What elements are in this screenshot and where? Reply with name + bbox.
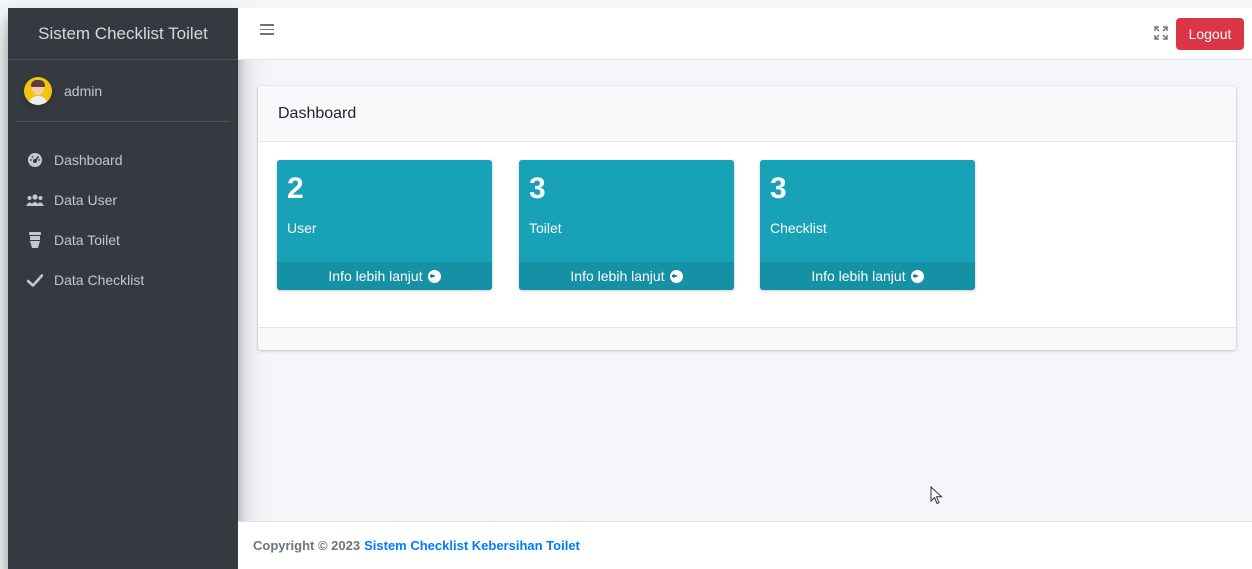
info-box-more-link[interactable]: Info lebih lanjut <box>277 262 492 290</box>
arrow-circle-right-icon <box>427 269 441 283</box>
users-icon <box>26 192 44 208</box>
copyright-text: Copyright © 2023 <box>253 538 361 553</box>
arrow-circle-right-icon <box>910 269 924 283</box>
card-title: Dashboard <box>258 86 1236 142</box>
info-box-count: 3 <box>770 172 787 205</box>
sidebar-item-label: Data User <box>54 192 118 208</box>
info-box-count: 3 <box>529 172 546 205</box>
avatar[interactable] <box>24 76 52 105</box>
sidebar-item-dashboard[interactable]: Dashboard <box>8 140 238 180</box>
dashboard-card: Dashboard 2 User Info lebih lanjut 3 Toi… <box>258 86 1236 350</box>
footer-app-link[interactable]: Sistem Checklist Kebersihan Toilet <box>364 538 580 553</box>
sidebar: Sistem Checklist Toilet admin Dashboard … <box>8 8 238 569</box>
info-box-label: Toilet <box>529 220 562 236</box>
info-box-user: 2 User Info lebih lanjut <box>277 160 492 290</box>
arrow-circle-right-icon <box>669 269 683 283</box>
hamburger-icon[interactable] <box>260 24 274 38</box>
dashboard-icon <box>26 152 44 168</box>
sidebar-item-label: Data Checklist <box>54 272 145 288</box>
mouse-cursor-icon <box>930 485 944 506</box>
more-link-text: Info lebih lanjut <box>328 268 423 284</box>
toilet-icon <box>26 232 44 248</box>
topbar: Logout <box>238 8 1252 60</box>
more-link-text: Info lebih lanjut <box>811 268 906 284</box>
sidebar-item-data-user[interactable]: Data User <box>8 180 238 220</box>
info-box-count: 2 <box>287 172 304 205</box>
user-name[interactable]: admin <box>64 83 102 99</box>
sidebar-item-label: Dashboard <box>54 152 123 168</box>
sidebar-item-data-toilet[interactable]: Data Toilet <box>8 220 238 260</box>
app: Sistem Checklist Toilet admin Dashboard … <box>0 0 1252 569</box>
info-box-toilet: 3 Toilet Info lebih lanjut <box>519 160 734 290</box>
more-link-text: Info lebih lanjut <box>570 268 665 284</box>
info-box-label: User <box>287 220 317 236</box>
info-box-more-link[interactable]: Info lebih lanjut <box>760 262 975 290</box>
card-footer <box>258 327 1236 350</box>
user-panel: admin <box>16 60 230 122</box>
logout-button[interactable]: Logout <box>1176 18 1244 50</box>
info-box-more-link[interactable]: Info lebih lanjut <box>519 262 734 290</box>
info-box-checklist: 3 Checklist Info lebih lanjut <box>760 160 975 290</box>
info-box-label: Checklist <box>770 220 827 236</box>
brand-title[interactable]: Sistem Checklist Toilet <box>8 8 238 60</box>
page-footer: Copyright © 2023 Sistem Checklist Kebers… <box>238 521 1252 569</box>
check-icon <box>26 272 44 288</box>
sidebar-item-label: Data Toilet <box>54 232 120 248</box>
expand-icon[interactable] <box>1154 26 1168 40</box>
sidebar-item-data-checklist[interactable]: Data Checklist <box>8 260 238 300</box>
sidebar-nav: Dashboard Data User Data Toilet Data Che… <box>8 122 238 300</box>
